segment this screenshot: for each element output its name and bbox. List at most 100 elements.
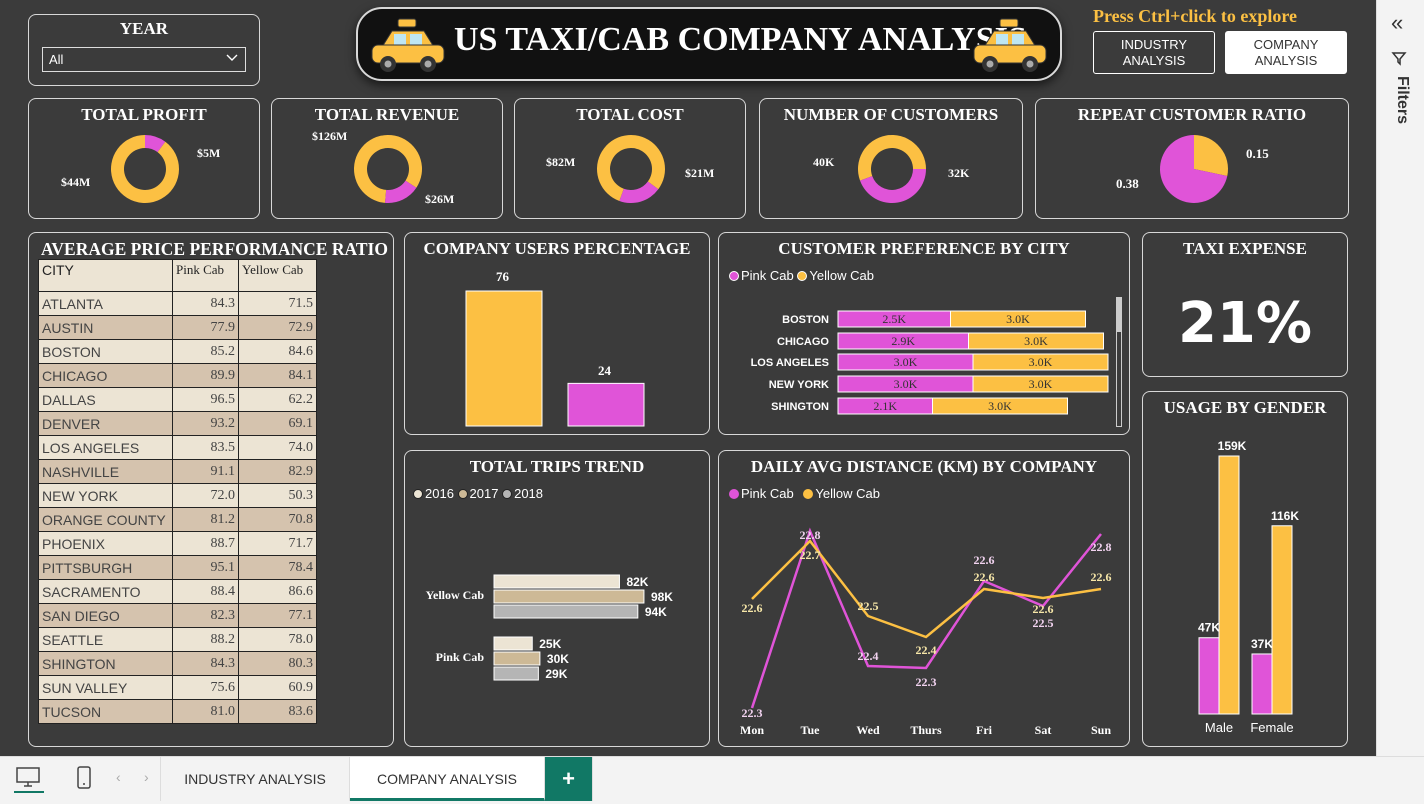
- cell-yellow: 71.5: [238, 291, 317, 316]
- table-row[interactable]: TUCSON 81.0 83.6: [38, 699, 317, 724]
- cell-pink: 88.2: [172, 627, 239, 652]
- point-label: 22.6: [974, 570, 995, 584]
- cell-city: ORANGE COUNTY: [38, 507, 173, 532]
- filters-toggle[interactable]: Filters: [1387, 50, 1415, 140]
- table-row[interactable]: ATLANTA 84.3 71.5: [38, 291, 317, 316]
- add-page-button[interactable]: +: [545, 757, 593, 801]
- slice-yellow-cab[interactable]: [1194, 135, 1228, 177]
- year-dropdown[interactable]: All: [42, 47, 246, 72]
- cell-city: SHINGTON: [38, 651, 173, 676]
- bar-label: 25K: [539, 637, 561, 651]
- cell-city: NASHVILLE: [38, 459, 173, 484]
- tab-company-analysis[interactable]: COMPANY ANALYSIS: [350, 757, 545, 801]
- bar-2017[interactable]: [493, 651, 541, 666]
- tab-industry-analysis[interactable]: INDUSTRY ANALYSIS: [160, 757, 350, 801]
- segment-label: 3.0K: [894, 377, 918, 391]
- table-row[interactable]: DALLAS 96.5 62.2: [38, 387, 317, 412]
- slice-yellow-cab[interactable]: [111, 135, 179, 203]
- cell-yellow: 50.3: [238, 483, 317, 508]
- kpi-total-profit: TOTAL PROFIT $5M $44M: [28, 98, 260, 219]
- table-row[interactable]: SHINGTON 84.3 80.3: [38, 651, 317, 676]
- table-row[interactable]: SEATTLE 88.2 78.0: [38, 627, 317, 652]
- cell-yellow: 82.9: [238, 459, 317, 484]
- city-label: NEW YORK: [769, 379, 829, 391]
- bar-yellow-cab[interactable]: [465, 290, 543, 427]
- cell-yellow: 78.4: [238, 555, 317, 580]
- point-label: 22.6: [1091, 570, 1112, 584]
- bar-2018[interactable]: [493, 666, 539, 681]
- kpi-label-a: 40K: [813, 155, 835, 169]
- table-row[interactable]: SUN VALLEY 75.6 60.9: [38, 675, 317, 700]
- kpi-label-a: $5M: [197, 146, 221, 160]
- bar-pink-cab[interactable]: [1251, 653, 1273, 715]
- collapse-icon[interactable]: «: [1391, 10, 1403, 36]
- cell-pink: 91.1: [172, 459, 239, 484]
- table-row[interactable]: AUSTIN 77.9 72.9: [38, 315, 317, 340]
- price-table-wrap[interactable]: CITY Pink Cab Yellow Cab ATLANTA 84.3 71.5…: [38, 259, 317, 724]
- point-label: 22.4: [916, 643, 937, 657]
- cell-city: PITTSBURGH: [38, 555, 173, 580]
- filters-pane[interactable]: « Filters: [1376, 0, 1424, 756]
- scrollbar-thumb[interactable]: [1117, 298, 1121, 332]
- bar-2016[interactable]: [493, 636, 533, 651]
- industry-analysis-label-2: ANALYSIS: [1122, 53, 1186, 68]
- table-row[interactable]: BOSTON 85.2 84.6: [38, 339, 317, 364]
- cell-pink: 72.0: [172, 483, 239, 508]
- company-analysis-button[interactable]: COMPANY ANALYSIS: [1225, 31, 1347, 74]
- cell-yellow: 60.9: [238, 675, 317, 700]
- table-row[interactable]: NEW YORK 72.0 50.3: [38, 483, 317, 508]
- table-row[interactable]: NASHVILLE 91.1 82.9: [38, 459, 317, 484]
- cell-city: ATLANTA: [38, 291, 173, 316]
- city-chart: BOSTON 2.5K 3.0K CHICAGO 2.9K 3.0K LOS ANGELES…: [751, 310, 1109, 415]
- title-banner: US TAXI/CAB COMPANY ANALYSIS: [356, 7, 1062, 81]
- next-page-icon[interactable]: ›: [144, 769, 149, 785]
- kpi-label-b: 32K: [948, 166, 970, 180]
- group-label: Yellow Cab: [426, 588, 485, 602]
- table-row[interactable]: LOS ANGELES 83.5 74.0: [38, 435, 317, 460]
- bar-yellow-cab[interactable]: [1218, 455, 1240, 715]
- segment-label: 3.0K: [1024, 334, 1048, 348]
- cell-pink: 89.9: [172, 363, 239, 388]
- table-row[interactable]: ORANGE COUNTY 81.2 70.8: [38, 507, 317, 532]
- table-row[interactable]: PHOENIX 88.7 71.7: [38, 531, 317, 556]
- scrollbar[interactable]: [1116, 297, 1122, 427]
- prev-page-icon[interactable]: ‹: [116, 769, 121, 785]
- cell-city: CHICAGO: [38, 363, 173, 388]
- cell-pink: 81.2: [172, 507, 239, 532]
- gender-chart: Male 47K 159K Female 37K 116K: [1198, 439, 1299, 735]
- trips-chart: Yellow Cab 82K98K94K Pink Cab 25K30K29K: [426, 574, 673, 681]
- bar-yellow-cab[interactable]: [1271, 525, 1293, 715]
- cell-pink: 77.9: [172, 315, 239, 340]
- group-label: Pink Cab: [436, 650, 485, 664]
- cell-pink: 88.4: [172, 579, 239, 604]
- table-row[interactable]: DENVER 93.2 69.1: [38, 411, 317, 436]
- table-row[interactable]: CHICAGO 89.9 84.1: [38, 363, 317, 388]
- bar-pink-cab[interactable]: [1198, 637, 1220, 715]
- point-label: 22.8: [800, 528, 821, 542]
- cell-yellow: 78.0: [238, 627, 317, 652]
- bar-2018[interactable]: [493, 604, 639, 619]
- chevron-down-icon: [225, 50, 239, 67]
- company-analysis-label-1: COMPANY: [1253, 37, 1319, 52]
- kpi-total-cost: TOTAL COST $82M $21M: [514, 98, 746, 219]
- cell-city: AUSTIN: [38, 315, 173, 340]
- table-row[interactable]: SACRAMENTO 88.4 86.6: [38, 579, 317, 604]
- bar-2016[interactable]: [493, 574, 620, 589]
- taxi-icon-right: [970, 17, 1050, 80]
- mobile-view-icon[interactable]: [74, 765, 94, 791]
- cell-city: LOS ANGELES: [38, 435, 173, 460]
- x-tick-label: Female: [1250, 720, 1293, 735]
- bar-pink-cab[interactable]: [567, 382, 645, 427]
- industry-analysis-button[interactable]: INDUSTRY ANALYSIS: [1093, 31, 1215, 74]
- table-row[interactable]: SAN DIEGO 82.3 77.1: [38, 603, 317, 628]
- report-canvas: YEAR All US TAXI/CAB COMPANY ANALYSIS Pr…: [0, 0, 1376, 756]
- bar-2017[interactable]: [493, 589, 645, 604]
- desktop-view-icon[interactable]: [14, 765, 44, 793]
- taxi-icon-left: [368, 17, 448, 80]
- revenue-donut: [354, 135, 422, 203]
- table-row[interactable]: PITTSBURGH 95.1 78.4: [38, 555, 317, 580]
- cell-pink: 75.6: [172, 675, 239, 700]
- explore-hint: Press Ctrl+click to explore: [1093, 6, 1298, 26]
- bar-value-label: 159K: [1218, 439, 1247, 453]
- point-label: 22.3: [742, 706, 763, 720]
